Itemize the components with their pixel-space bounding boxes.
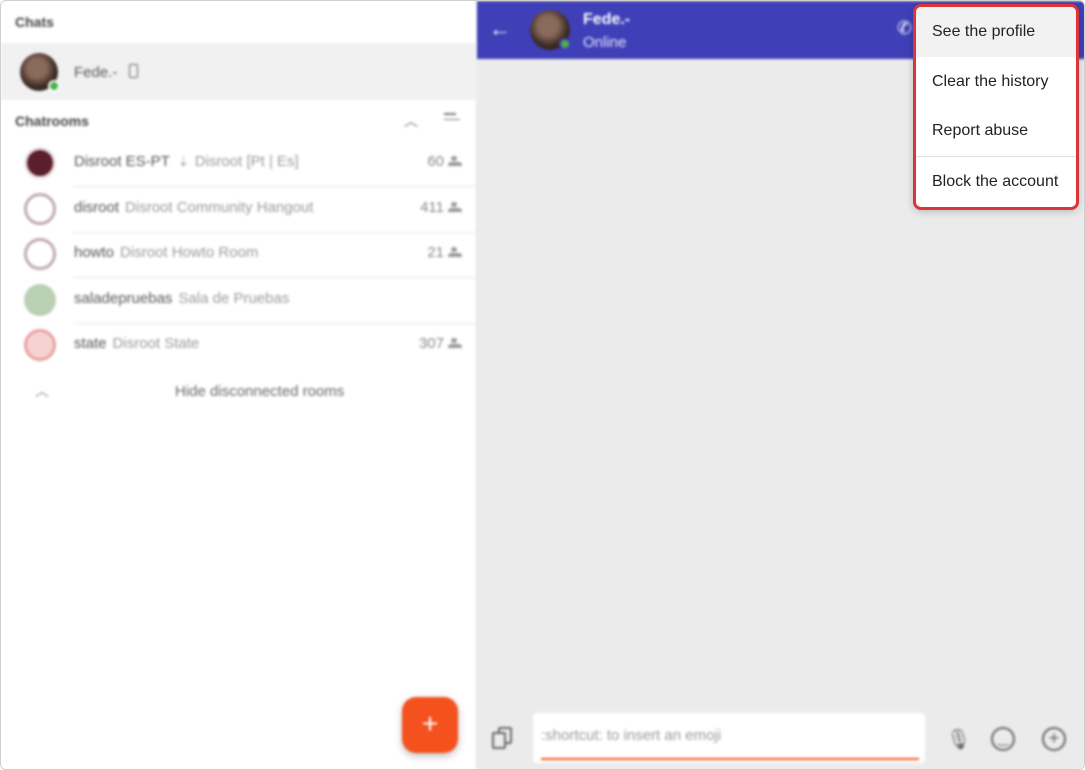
room-item[interactable]: Disroot ES-PT ⇣ Disroot [Pt | Es] 60 bbox=[1, 141, 477, 187]
online-status-icon bbox=[559, 38, 571, 50]
room-description: Sala de Pruebas bbox=[178, 290, 290, 307]
room-avatar bbox=[24, 147, 56, 179]
room-description: Disroot Community Hangout bbox=[125, 199, 314, 216]
phone-icon[interactable]: ✆ bbox=[897, 18, 912, 39]
message-composer: 🎙 ‿ + bbox=[477, 703, 1084, 769]
sidebar: Chats Fede.- Chatrooms ︿ Disroot ES-PT ⇣ D… bbox=[1, 1, 477, 769]
room-item[interactable]: saladepruebas Sala de Pruebas bbox=[1, 278, 477, 324]
room-member-count: 307 bbox=[418, 335, 444, 352]
room-avatar bbox=[24, 193, 56, 225]
arrow-left-icon[interactable]: ← bbox=[489, 16, 511, 42]
message-input-box[interactable] bbox=[533, 713, 925, 763]
chevron-up-icon[interactable]: ︿ bbox=[404, 111, 420, 129]
people-icon bbox=[448, 156, 462, 166]
room-avatar bbox=[24, 329, 56, 361]
menu-item-clear-history[interactable]: Clear the history bbox=[916, 57, 1076, 107]
room-description: Disroot [Pt | Es] bbox=[194, 153, 299, 170]
chat-contact-name: Fede.- bbox=[583, 11, 631, 28]
contact-options-menu: See the profile Clear the history Report… bbox=[913, 4, 1079, 210]
mobile-device-icon bbox=[129, 64, 138, 78]
microphone-icon[interactable]: 🎙 bbox=[946, 727, 971, 752]
people-icon bbox=[448, 202, 462, 212]
contact-item-fede[interactable]: Fede.- bbox=[1, 43, 477, 100]
attach-file-icon[interactable] bbox=[492, 727, 514, 749]
room-description: Disroot Howto Room bbox=[120, 244, 259, 261]
chevron-up-icon: ︿ bbox=[35, 383, 49, 399]
chatrooms-heading: Chatrooms bbox=[15, 113, 89, 129]
room-member-count: 411 bbox=[420, 199, 444, 216]
input-underline bbox=[541, 758, 919, 760]
room-item[interactable]: state Disroot State 307 bbox=[1, 323, 477, 369]
people-icon bbox=[448, 247, 462, 257]
room-item[interactable]: howto Disroot Howto Room 21 bbox=[1, 232, 477, 278]
hide-disconnected-rooms-label: Hide disconnected rooms bbox=[175, 383, 345, 400]
chat-contact-status: Online bbox=[583, 34, 627, 51]
filter-rooms-icon[interactable] bbox=[444, 113, 466, 129]
room-avatar bbox=[24, 284, 56, 316]
online-status-icon bbox=[48, 80, 60, 92]
app-window: Chats Fede.- Chatrooms ︿ Disroot ES-PT ⇣ D… bbox=[0, 0, 1085, 770]
room-member-count: 60 bbox=[427, 153, 444, 170]
new-chat-fab-button[interactable]: + bbox=[402, 697, 458, 753]
room-name: state bbox=[74, 335, 107, 352]
room-name: disroot bbox=[74, 199, 120, 216]
emoji-icon[interactable]: ‿ bbox=[991, 727, 1015, 751]
menu-item-block-account[interactable]: Block the account bbox=[916, 157, 1076, 207]
menu-item-report-abuse[interactable]: Report abuse bbox=[916, 106, 1076, 156]
chats-heading: Chats bbox=[15, 14, 54, 30]
room-member-count: 21 bbox=[427, 244, 444, 261]
room-name: howto bbox=[74, 244, 115, 261]
room-item[interactable]: disroot Disroot Community Hangout 411 bbox=[1, 187, 477, 233]
room-description: Disroot State bbox=[112, 335, 200, 352]
people-icon bbox=[448, 338, 462, 348]
add-attachment-icon[interactable]: + bbox=[1042, 727, 1066, 751]
room-name: saladepruebas bbox=[74, 290, 173, 307]
hide-disconnected-rooms-toggle[interactable]: ︿ Hide disconnected rooms bbox=[1, 371, 477, 415]
room-avatar bbox=[24, 238, 56, 270]
menu-item-see-profile[interactable]: See the profile bbox=[916, 7, 1076, 57]
message-input[interactable] bbox=[541, 727, 911, 744]
contact-name: Fede.- bbox=[74, 64, 118, 81]
room-name: Disroot ES-PT bbox=[74, 153, 170, 170]
pin-icon: ⇣ bbox=[177, 154, 189, 169]
